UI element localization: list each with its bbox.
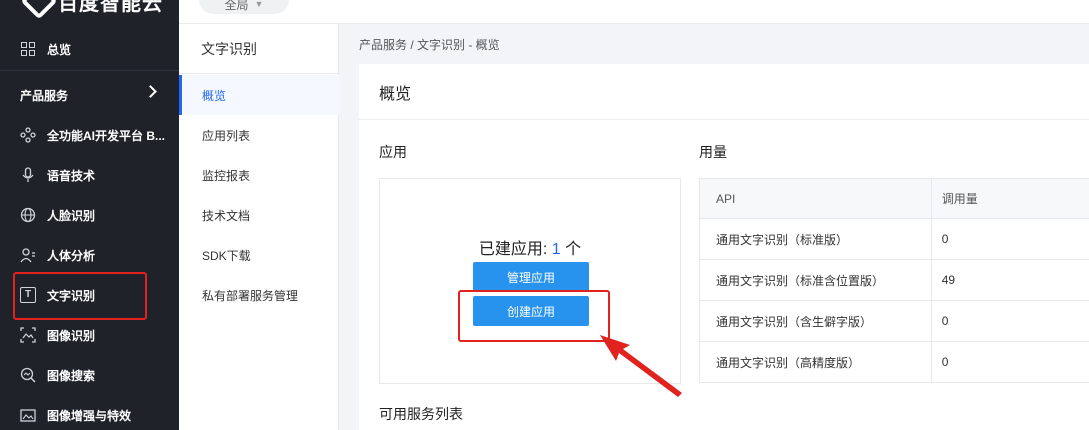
- call-count-cell: 0: [931, 341, 1089, 383]
- nav-item-label: 人体分析: [47, 248, 96, 263]
- nav-item-label: 图像搜索: [47, 368, 96, 383]
- table-row: 通用文字识别（含生僻字版） 0: [699, 300, 1089, 342]
- api-name-cell: 通用文字识别（标准版）: [699, 218, 932, 260]
- nav-item-speech[interactable]: 语音技术: [0, 155, 179, 195]
- product-sidebar-title: 文字识别: [179, 24, 338, 74]
- chevron-down-icon: ▼: [254, 0, 264, 9]
- overview-card: 概览 应用 用量 已建应用: 1 个 管理应用 创建应用 API 调用量 通用文…: [359, 64, 1089, 430]
- table-row: 通用文字识别（高精度版） 0: [699, 341, 1089, 383]
- globe-icon: [20, 207, 36, 223]
- subnav-item-overview[interactable]: 概览: [179, 75, 339, 115]
- api-name-cell: 通用文字识别（标准含位置版）: [699, 259, 932, 301]
- api-name-cell: 通用文字识别（高精度版）: [699, 341, 932, 383]
- nav-item-label: 图像增强与特效: [47, 408, 132, 423]
- main-sidebar: 百度智能云 总览 产品服务 全功能AI开发平台 B... 语音技术 人脸识别 人: [0, 0, 179, 430]
- breadcrumb: 产品服务 / 文字识别 - 概览: [359, 38, 500, 52]
- annotation-arrow-icon: [600, 335, 682, 397]
- nav-item-label: 全功能AI开发平台 B...: [47, 128, 166, 143]
- usage-table: API 调用量 通用文字识别（标准版） 0 通用文字识别（标准含位置版） 49 …: [699, 178, 1089, 383]
- person-icon: [20, 247, 36, 263]
- highlight-box-create: [458, 290, 610, 342]
- nav-item-face[interactable]: 人脸识别: [0, 195, 179, 235]
- nav-item-body[interactable]: 人体分析: [0, 235, 179, 275]
- nav-section-products[interactable]: 产品服务: [0, 75, 179, 115]
- nav-item-image-recognition[interactable]: 图像识别: [0, 315, 179, 355]
- subnav-item-private-deploy[interactable]: 私有部署服务管理: [179, 275, 339, 315]
- call-count-cell: 0: [931, 218, 1089, 260]
- region-label: 全局: [224, 0, 249, 12]
- nav-section-label: 产品服务: [20, 88, 69, 103]
- nav-item-label: 人脸识别: [47, 208, 96, 223]
- created-apps-number: 1: [551, 241, 561, 258]
- dots-cluster-icon: [20, 127, 36, 143]
- manage-apps-button[interactable]: 管理应用: [473, 262, 589, 292]
- nav-divider: [0, 70, 179, 71]
- image-enhance-icon: [20, 407, 36, 423]
- nav-item-overview[interactable]: 总览: [0, 29, 179, 69]
- brand[interactable]: 百度智能云: [0, 0, 179, 24]
- table-row: 通用文字识别（标准版） 0: [699, 218, 1089, 260]
- apps-section-label: 应用: [379, 144, 407, 160]
- column-header-api: API: [699, 178, 932, 219]
- nav-item-ai-platform[interactable]: 全功能AI开发平台 B...: [0, 115, 179, 155]
- top-bar: 全局 ▼: [179, 0, 1089, 24]
- nav-item-label: 图像识别: [47, 328, 96, 343]
- subnav-item-docs[interactable]: 技术文档: [179, 195, 339, 235]
- usage-section-label: 用量: [699, 144, 727, 160]
- subnav-item-app-list[interactable]: 应用列表: [179, 115, 339, 155]
- call-count-cell: 0: [931, 300, 1089, 342]
- table-header-row: API 调用量: [699, 178, 1089, 219]
- image-scan-icon: [20, 327, 36, 343]
- column-header-calls: 调用量: [931, 178, 1089, 219]
- subnav-item-monitor[interactable]: 监控报表: [179, 155, 339, 195]
- call-count-cell: 49: [931, 259, 1089, 301]
- chevron-right-icon: [144, 85, 157, 98]
- nav-item-image-enhance[interactable]: 图像增强与特效: [0, 395, 179, 430]
- created-apps-count: 已建应用: 1 个: [478, 241, 582, 258]
- api-name-cell: 通用文字识别（含生僻字版）: [699, 300, 932, 342]
- image-search-icon: [20, 367, 36, 383]
- highlight-box-ocr: [13, 272, 147, 320]
- page-title: 概览: [359, 64, 1089, 120]
- product-sidebar: 文字识别 概览 应用列表 监控报表 技术文档 SDK下载 私有部署服务管理: [179, 24, 339, 430]
- nav-item-image-search[interactable]: 图像搜索: [0, 355, 179, 395]
- grid-icon: [20, 41, 36, 57]
- brand-name: 百度智能云: [58, 0, 163, 15]
- region-selector[interactable]: 全局 ▼: [199, 0, 289, 14]
- brand-logo-icon: [20, 0, 58, 20]
- microphone-icon: [20, 167, 36, 183]
- subnav-item-sdk[interactable]: SDK下载: [179, 235, 339, 275]
- nav-item-label: 总览: [47, 42, 72, 57]
- nav-item-label: 语音技术: [47, 168, 96, 183]
- table-row: 通用文字识别（标准含位置版） 49: [699, 259, 1089, 301]
- services-section-label: 可用服务列表: [379, 406, 463, 422]
